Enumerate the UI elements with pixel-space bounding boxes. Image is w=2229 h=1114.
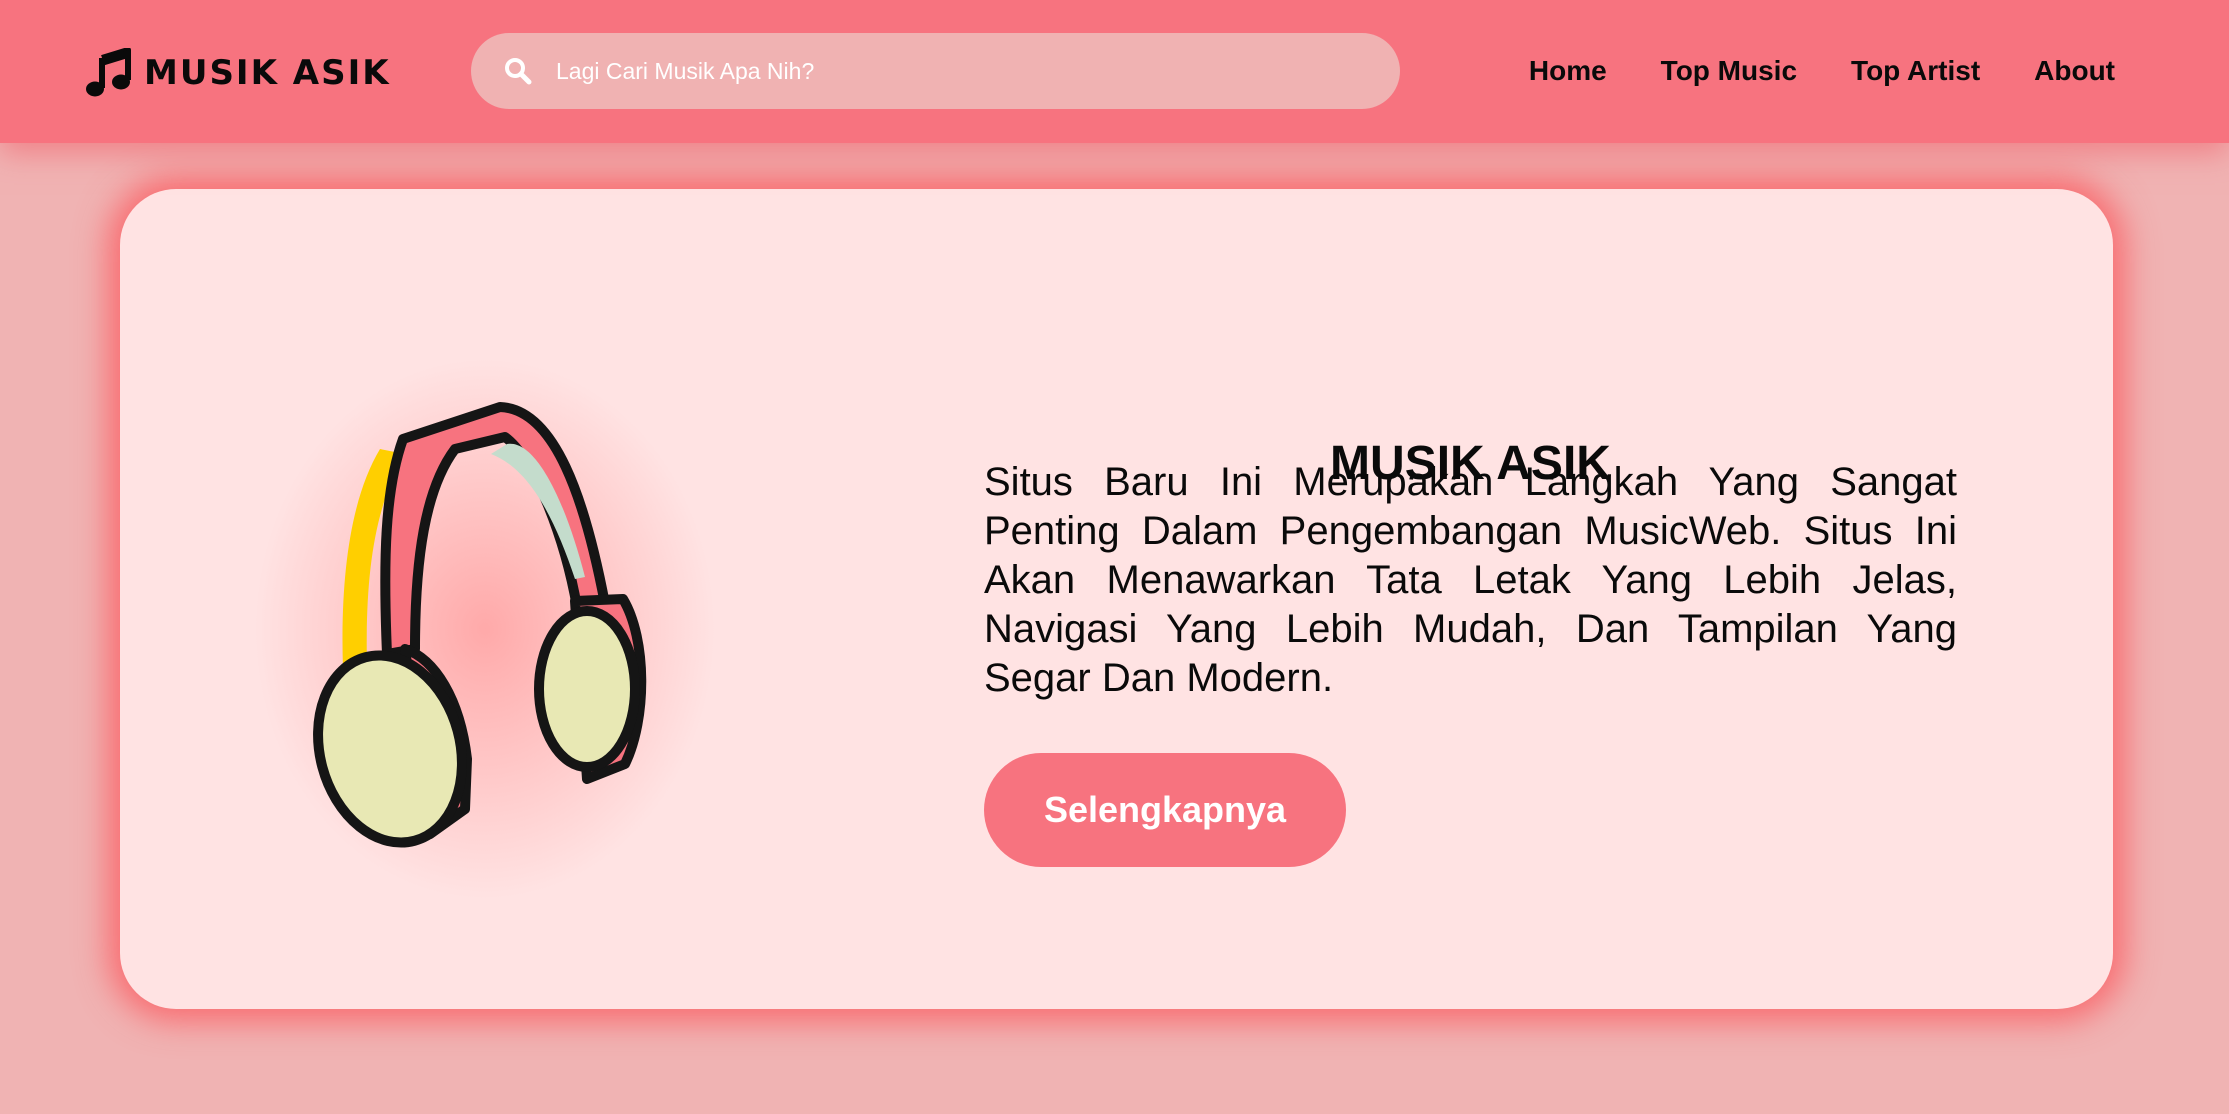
headphones-illustration bbox=[255, 359, 715, 899]
search-icon[interactable] bbox=[504, 57, 532, 85]
music-note-icon bbox=[86, 48, 131, 97]
brand-logo[interactable]: MUSIK ASIK bbox=[84, 48, 391, 98]
brand-name: MUSIK ASIK bbox=[144, 53, 391, 93]
nav-link-about[interactable]: About bbox=[2034, 51, 2115, 91]
hero-card: MUSIK ASIK Situs Baru Ini Merupakan Lang… bbox=[120, 189, 2113, 1009]
search-input[interactable] bbox=[556, 57, 1356, 85]
search-bar[interactable] bbox=[471, 33, 1400, 109]
hero-description: Situs Baru Ini Merupakan Langkah Yang Sa… bbox=[984, 460, 1957, 700]
nav-link-home[interactable]: Home bbox=[1529, 51, 1607, 91]
nav-link-top-music[interactable]: Top Music bbox=[1661, 51, 1797, 91]
selengkapnya-button[interactable]: Selengkapnya bbox=[984, 753, 1346, 867]
navbar: MUSIK ASIK Home Top Music Top Artist Abo… bbox=[0, 0, 2229, 143]
nav-menu: Home Top Music Top Artist About bbox=[1529, 51, 2115, 91]
nav-link-top-artist[interactable]: Top Artist bbox=[1851, 51, 1980, 91]
